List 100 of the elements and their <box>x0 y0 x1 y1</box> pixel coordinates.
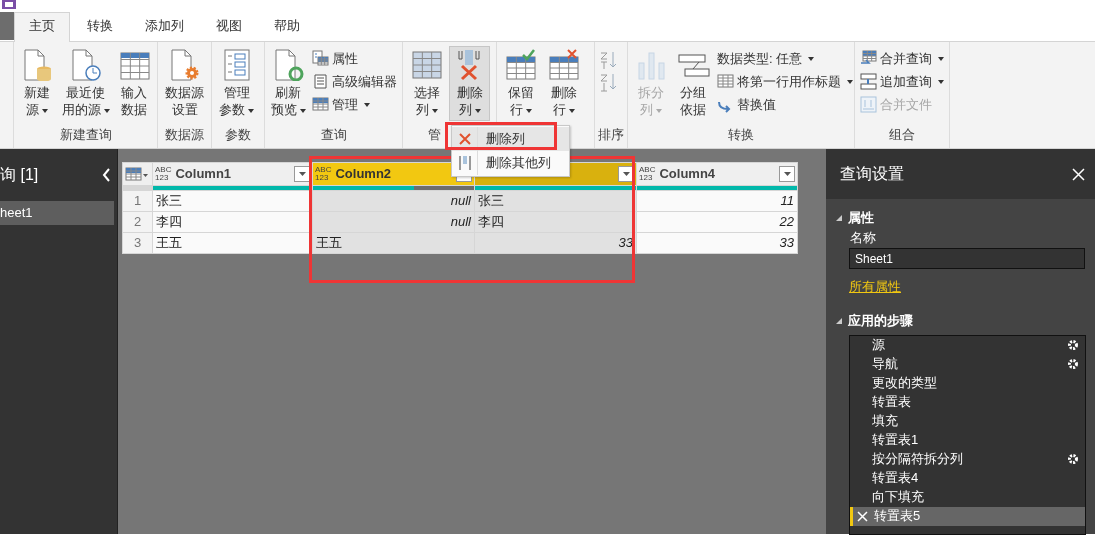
table-cell: 11 <box>637 191 797 211</box>
row-number: 1 <box>123 191 152 211</box>
column-header: Column4 <box>659 165 716 184</box>
column-header: Column1 <box>175 165 232 184</box>
append-queries-icon <box>860 73 877 90</box>
table-cell: 王五 <box>313 233 474 253</box>
ribbon-tab[interactable]: 主页 <box>14 12 70 42</box>
merge-queries-icon <box>860 50 877 67</box>
group-label: 组合 <box>888 126 916 144</box>
query-item[interactable]: heet1 <box>0 201 114 225</box>
table-icon <box>410 49 443 81</box>
step-item[interactable]: 转置表 <box>850 392 1085 412</box>
table-menu-icon[interactable] <box>125 167 149 181</box>
ribbon-button[interactable]: 保留 行 <box>500 46 541 121</box>
ribbon-button[interactable]: 合并查询 <box>858 48 946 69</box>
caret-icon <box>248 108 254 113</box>
type-icon: ABC 123 <box>315 166 332 182</box>
ribbon-button[interactable]: 选择 列 <box>406 46 447 121</box>
clock-document-icon <box>69 49 102 81</box>
table-cell: 33 <box>637 233 797 253</box>
caret-icon <box>42 108 48 113</box>
ribbon-button[interactable]: 将第一行用作标题 <box>715 71 855 92</box>
gear-icon[interactable] <box>1067 453 1079 465</box>
caret-icon <box>938 79 944 84</box>
ribbon-button[interactable]: 分组 依据 <box>673 46 713 121</box>
table-icon <box>312 96 329 113</box>
type-icon: ABC 123 <box>639 166 656 182</box>
step-item[interactable]: 源 <box>850 335 1085 355</box>
step-item[interactable]: 转置表1 <box>850 430 1085 450</box>
remove-icon <box>457 132 472 146</box>
table-cell: 王五 <box>153 233 312 253</box>
ribbon-button[interactable]: 追加查询 <box>858 71 946 92</box>
caret-icon <box>299 108 306 113</box>
gear-document-icon <box>168 49 201 81</box>
caret-icon <box>525 108 532 113</box>
step-item[interactable]: 导航 <box>850 354 1085 374</box>
section-heading: 属性 <box>848 209 874 228</box>
gear-icon[interactable] <box>1067 339 1079 351</box>
ribbon-tab[interactable]: 转换 <box>72 12 128 41</box>
gear-icon[interactable] <box>1067 358 1079 370</box>
ribbon-button[interactable]: 删除 行 <box>543 46 584 121</box>
caret-icon <box>622 172 630 176</box>
properties-icon <box>312 50 329 67</box>
filter-button[interactable] <box>294 166 310 182</box>
group-label: 排序 <box>598 126 624 144</box>
field-label: 名称 <box>849 229 877 247</box>
script-icon <box>312 73 329 90</box>
ribbon-button[interactable]: 最近使 用的源 <box>59 46 112 121</box>
table-icon <box>717 73 734 90</box>
caret-icon <box>431 108 438 113</box>
ribbon-button[interactable]: 输入 数据 <box>114 46 154 121</box>
close-icon[interactable] <box>1072 167 1085 181</box>
step-item[interactable]: 向下填充 <box>850 487 1085 507</box>
step-item[interactable]: 按分隔符拆分列 <box>850 449 1085 469</box>
ribbon-button[interactable]: 管理 <box>310 94 399 115</box>
group-label: 转换 <box>727 126 755 144</box>
caret-icon <box>783 172 791 176</box>
name-field[interactable]: Sheet1 <box>849 248 1085 269</box>
table-cell: 33 <box>475 233 636 253</box>
group-label: 新建查询 <box>58 126 113 144</box>
caret-icon <box>656 108 662 113</box>
caret-icon <box>808 56 815 61</box>
all-properties-link[interactable]: 所有属性 <box>849 277 901 297</box>
table-cell: null <box>313 191 474 211</box>
columns-icon <box>457 155 472 171</box>
step-item[interactable]: 更改的类型 <box>850 373 1085 393</box>
ribbon-tab[interactable]: 帮助 <box>259 12 315 41</box>
ribbon-button[interactable]: 数据源 设置 <box>161 46 208 121</box>
collapse-icon[interactable] <box>836 215 842 221</box>
ribbon-button[interactable]: 删除 列 <box>449 46 490 121</box>
ribbon-button[interactable]: 数据类型: 任意 <box>715 48 855 69</box>
group-label: 参数 <box>224 126 252 144</box>
collapse-icon[interactable] <box>102 168 111 182</box>
caret-icon <box>364 102 370 107</box>
table-cell: 张三 <box>153 191 312 211</box>
step-item[interactable]: 填充 <box>850 411 1085 431</box>
caret-icon <box>847 79 853 84</box>
ribbon-button[interactable]: 管理 参数 <box>215 46 258 121</box>
ribbon-button[interactable]: 替换值 <box>715 94 855 115</box>
ribbon-button[interactable]: 高级编辑器 <box>310 71 399 92</box>
filter-button[interactable] <box>779 166 795 182</box>
ribbon-tab[interactable]: 添加列 <box>130 12 199 41</box>
ribbon-button[interactable]: 新建 源 <box>17 46 57 121</box>
table-cell: 李四 <box>475 212 636 232</box>
table-cell: 李四 <box>153 212 312 232</box>
collapse-icon[interactable] <box>836 317 842 324</box>
delete-icon[interactable] <box>857 510 868 522</box>
column-header: Column2 <box>335 165 392 184</box>
pane-title: 查询设置 <box>840 164 904 184</box>
ribbon-button[interactable]: 刷新 预览 <box>268 46 308 121</box>
table-x-icon <box>547 49 580 81</box>
menu-item[interactable]: 删除其他列 <box>452 151 569 175</box>
table-icon <box>117 49 151 81</box>
step-item[interactable]: 转置表5 <box>850 506 1085 526</box>
step-item[interactable]: 转置表4 <box>850 468 1085 488</box>
table-check-icon <box>504 49 537 81</box>
caret-icon <box>938 56 944 61</box>
ribbon-button[interactable]: 属性 <box>310 48 399 69</box>
caret-icon <box>298 172 306 176</box>
ribbon-tab[interactable]: 视图 <box>201 12 257 41</box>
